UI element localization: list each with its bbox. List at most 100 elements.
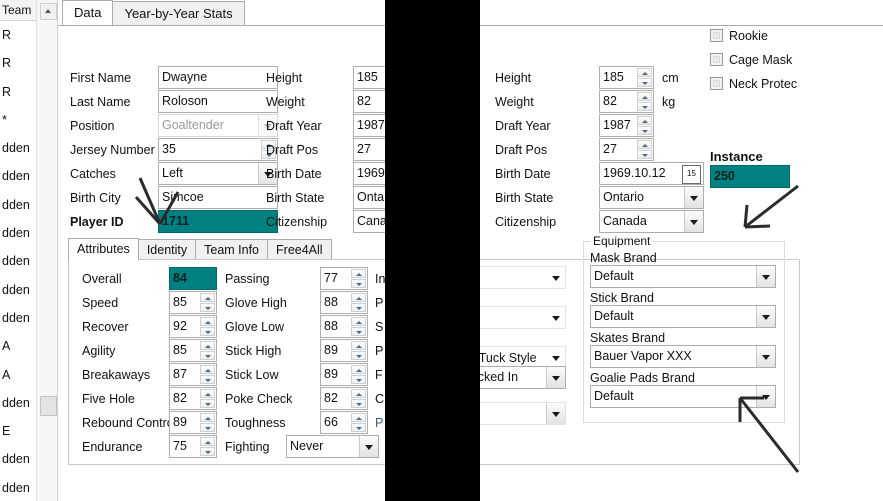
label-col3-2: S	[375, 320, 384, 334]
poke-check-value: 82	[324, 391, 338, 405]
spinner-arrows-icon[interactable]	[200, 413, 215, 432]
cage-mask-checkbox-label: Cage Mask	[729, 53, 793, 67]
tab-data[interactable]: Data	[62, 0, 114, 25]
spinner-arrows-icon[interactable]	[351, 293, 366, 312]
stick-brand-select[interactable]: Default	[590, 305, 776, 328]
chevron-down-icon	[756, 386, 775, 407]
height-value-right: 185	[603, 70, 624, 84]
equipment-groupbox-title: Equipment	[590, 234, 654, 248]
tab-year-by-year-stats[interactable]: Year-by-Year Stats	[112, 1, 245, 25]
instance-input[interactable]: 250	[710, 165, 790, 188]
spinner-arrows-icon[interactable]	[200, 437, 215, 456]
birth-state-select-right[interactable]: Ontario	[599, 186, 704, 209]
subtab-attributes[interactable]: Attributes	[68, 238, 139, 260]
first-name-input[interactable]: Dwayne	[158, 66, 278, 89]
five-hole-stepper[interactable]: 82	[169, 387, 217, 410]
skates-brand-select[interactable]: Bauer Vapor XXX	[590, 345, 776, 368]
draft-year-stepper-right[interactable]: 1987	[599, 114, 654, 137]
label-speed: Speed	[82, 296, 119, 310]
list-item-label: R	[2, 56, 12, 71]
team-list-scrollbar[interactable]	[36, 0, 57, 501]
poke-check-stepper[interactable]: 82	[320, 387, 368, 410]
spinner-arrows-icon[interactable]	[200, 293, 215, 312]
spinner-arrows-icon[interactable]	[351, 365, 366, 384]
application-window: Team R R R * dden dden dden dden dden dden dden A Ad…	[0, 0, 883, 501]
spinner-arrows-icon[interactable]	[200, 341, 215, 360]
spinner-arrows-icon[interactable]	[200, 389, 215, 408]
goalie-pads-brand-select[interactable]: Default	[590, 385, 776, 408]
chevron-down-icon	[547, 347, 565, 368]
scroll-up-arrow-icon[interactable]	[40, 3, 57, 20]
cage-mask-checkbox[interactable]: Cage Mask	[710, 53, 792, 68]
overall-input[interactable]: 84	[169, 267, 217, 290]
rookie-checkbox-label: Rookie	[729, 29, 768, 43]
list-item-label: A	[2, 339, 11, 354]
fighting-select[interactable]: Never	[286, 435, 379, 458]
label-height-right: Height	[495, 71, 532, 85]
spinner-arrows-icon[interactable]	[637, 140, 652, 159]
chevron-down-icon	[547, 307, 565, 328]
stick-low-stepper[interactable]: 89	[320, 363, 368, 386]
position-select[interactable]: Goaltender	[158, 114, 278, 137]
chevron-down-icon	[756, 306, 775, 327]
label-first-name: First Name	[70, 71, 132, 85]
subtab-team-info[interactable]: Team Info	[195, 239, 269, 260]
label-draft-year: Draft Year	[266, 119, 322, 133]
team-list-pane: Team R R R * dden dden dden dden dden dden dden A Ad…	[0, 0, 58, 501]
endurance-stepper[interactable]: 75	[169, 435, 217, 458]
label-player-id: Player ID	[70, 215, 124, 229]
spinner-arrows-icon[interactable]	[351, 413, 366, 432]
toughness-stepper[interactable]: 66	[320, 411, 368, 434]
catches-select[interactable]: Left	[158, 162, 278, 185]
label-birth-city: Birth City	[70, 191, 121, 205]
rebound-control-stepper[interactable]: 89	[169, 411, 217, 434]
label-skates-brand: Skates Brand	[590, 331, 666, 345]
height-stepper-right[interactable]: 185	[599, 66, 654, 89]
calendar-icon[interactable]: 15	[682, 165, 701, 184]
birth-date-input-right[interactable]: 1969.10.12 15	[599, 162, 704, 185]
height-value: 185	[357, 70, 378, 84]
scrollbar-thumb[interactable]	[40, 396, 57, 416]
subtab-identity[interactable]: Identity	[137, 239, 197, 260]
spinner-arrows-icon[interactable]	[200, 317, 215, 336]
speed-stepper[interactable]: 85	[169, 291, 217, 314]
subtab-free4all[interactable]: Free4All	[267, 239, 332, 260]
label-passing: Passing	[225, 272, 270, 286]
chevron-down-icon	[756, 346, 775, 367]
glove-high-stepper[interactable]: 88	[320, 291, 368, 314]
label-citizenship: Citizenship	[266, 215, 328, 229]
label-glove-high: Glove High	[225, 296, 287, 310]
birth-state-select-value-right: Ontario	[603, 190, 644, 204]
last-name-input[interactable]: Roloson	[158, 90, 278, 113]
player-id-input[interactable]: 1711	[158, 210, 278, 233]
jersey-number-stepper[interactable]: 35	[158, 138, 278, 161]
spinner-arrows-icon[interactable]	[637, 92, 652, 111]
label-stick-brand: Stick Brand	[590, 291, 654, 305]
stick-high-stepper[interactable]: 89	[320, 339, 368, 362]
recover-stepper[interactable]: 92	[169, 315, 217, 338]
breakaways-stepper[interactable]: 87	[169, 363, 217, 386]
glove-low-stepper[interactable]: 88	[320, 315, 368, 338]
spinner-arrows-icon[interactable]	[351, 317, 366, 336]
label-stick-high: Stick High	[225, 344, 282, 358]
agility-stepper[interactable]: 85	[169, 339, 217, 362]
chevron-down-icon	[546, 403, 565, 424]
spinner-arrows-icon[interactable]	[200, 365, 215, 384]
weight-stepper-right[interactable]: 82	[599, 90, 654, 113]
rookie-checkbox[interactable]: Rookie	[710, 29, 768, 44]
neck-protector-checkbox[interactable]: Neck Protec	[710, 77, 797, 92]
birth-city-input[interactable]: Simcoe	[158, 186, 278, 209]
spinner-arrows-icon[interactable]	[351, 269, 366, 288]
spinner-arrows-icon[interactable]	[351, 389, 366, 408]
draft-pos-value-right: 27	[603, 142, 617, 156]
spinner-arrows-icon[interactable]	[637, 68, 652, 87]
checkbox-box-icon	[710, 53, 723, 66]
citizenship-select-right[interactable]: Canada	[599, 210, 704, 233]
mask-brand-select[interactable]: Default	[590, 265, 776, 288]
passing-stepper[interactable]: 77	[320, 267, 368, 290]
spinner-arrows-icon[interactable]	[351, 341, 366, 360]
draft-pos-stepper-right[interactable]: 27	[599, 138, 654, 161]
weight-value-right: 82	[603, 94, 617, 108]
position-select-value: Goaltender	[162, 118, 224, 132]
spinner-arrows-icon[interactable]	[637, 116, 652, 135]
